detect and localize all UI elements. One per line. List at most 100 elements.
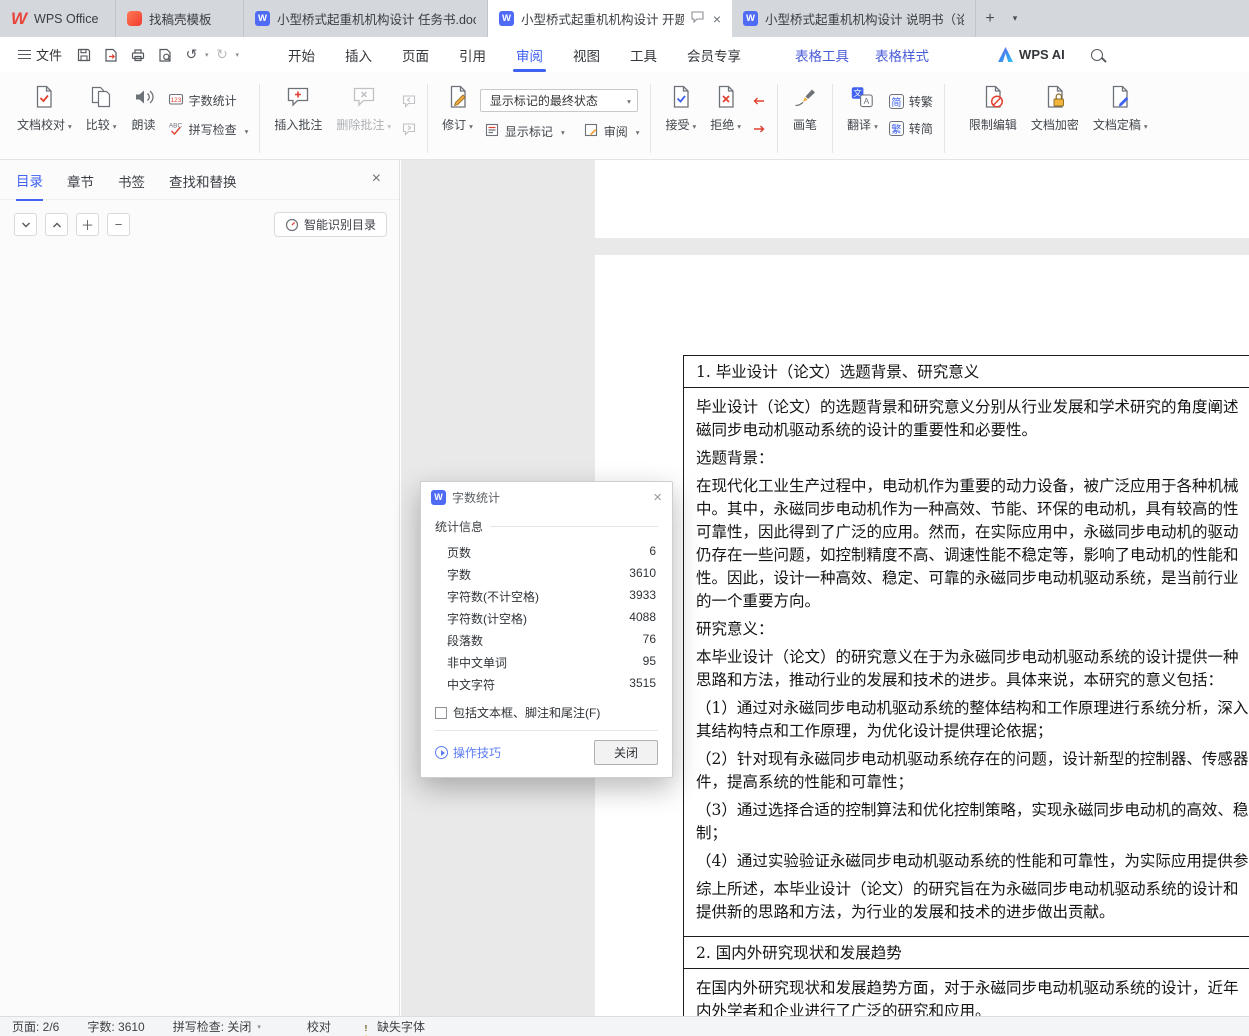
section-1-heading[interactable]: 1. 毕业设计（论文）选题背景、研究意义 xyxy=(684,356,1249,388)
insert-comment-button[interactable]: 插入批注 xyxy=(267,78,329,152)
close-pane-icon[interactable] xyxy=(372,170,381,188)
export-pdf-button[interactable] xyxy=(98,43,123,67)
document-page-1-bottom[interactable] xyxy=(595,160,1249,238)
new-tab-button[interactable] xyxy=(976,0,1004,37)
stat-value: 76 xyxy=(642,631,656,646)
paragraph[interactable]: 在国内外研究现状和发展趋势方面，对于永磁同步电动机驱动系统的设计，近年 内外学者… xyxy=(696,977,1249,1016)
paragraph[interactable]: （1）通过对永磁同步电动机驱动系统的整体结构和工作原理进行系统分析，深入 其结构… xyxy=(696,697,1249,743)
tab-page[interactable]: 页面 xyxy=(387,37,444,72)
section-1-body[interactable]: 毕业设计（论文）的选题背景和研究意义分别从行业发展和学术研究的角度阐述 磁同步电… xyxy=(684,388,1249,937)
stat-value: 3933 xyxy=(629,587,656,602)
stat-row-chars-no-spaces: 字符数(不计空格) 3933 xyxy=(435,585,658,607)
tab-insert[interactable]: 插入 xyxy=(330,37,387,72)
undo-chevron-icon[interactable] xyxy=(205,51,209,59)
section-2-body[interactable]: 在国内外研究现状和发展趋势方面，对于永磁同步电动机驱动系统的设计，近年 内外学者… xyxy=(684,969,1249,1016)
zoom-out-minus-button[interactable]: − xyxy=(107,213,130,236)
tab-catalog[interactable]: 目录 xyxy=(16,159,43,201)
document-table[interactable]: 1. 毕业设计（论文）选题背景、研究意义 毕业设计（论文）的选题背景和研究意义分… xyxy=(683,355,1249,1016)
track-changes-button[interactable]: 修订 xyxy=(435,78,480,152)
paragraph[interactable]: （4）通过实验验证永磁同步电动机驱动系统的性能和可靠性，为实际应用提供参 xyxy=(696,850,1249,873)
finalize-document-button[interactable]: 文档定稿 xyxy=(1086,78,1155,152)
speaker-icon xyxy=(131,81,157,113)
tab-home[interactable]: 开始 xyxy=(273,37,330,72)
close-button[interactable]: 关闭 xyxy=(594,740,658,765)
tab-label: 章节 xyxy=(67,174,94,190)
include-textboxes-checkbox[interactable]: 包括文本框、脚注和尾注(F) xyxy=(435,704,658,721)
collapse-chevron-up-icon[interactable] xyxy=(45,213,68,236)
previous-comment-button[interactable] xyxy=(398,91,420,111)
document-tab-1[interactable]: W 小型桥式起重机机构设计 任务书.doc xyxy=(244,0,488,37)
reject-change-button[interactable]: 拒绝 xyxy=(703,78,748,152)
previous-change-button[interactable] xyxy=(748,91,770,111)
paragraph[interactable]: 在现代化工业生产过程中，电动机作为重要的动力设备，被广泛应用于各种机械 中。其中… xyxy=(696,475,1249,613)
section-2-heading[interactable]: 2. 国内外研究现状和发展趋势 xyxy=(684,937,1249,969)
zoom-in-plus-button[interactable]: ＋ xyxy=(76,213,99,236)
word-count-indicator[interactable]: 字数: 3610 xyxy=(87,1018,144,1035)
missing-font-warning[interactable]: ! 缺失字体 xyxy=(358,1018,425,1036)
stat-row-non-chinese-words: 非中文单词 95 xyxy=(435,651,658,673)
expand-chevron-down-icon[interactable] xyxy=(14,213,37,236)
show-markup-button[interactable]: 显示标记 xyxy=(480,121,569,142)
dialog-title-bar[interactable]: W 字数统计 xyxy=(421,482,672,512)
tab-membership[interactable]: 会员专享 xyxy=(672,37,756,72)
word-count-button[interactable]: 123 字数统计 xyxy=(164,90,253,111)
simplified-to-traditional-button[interactable]: 简 转繁 xyxy=(885,92,937,111)
reject-change-icon xyxy=(713,81,739,113)
spell-check-button[interactable]: ABC 拼写检查 xyxy=(164,119,253,140)
tab-list-chevron-icon[interactable] xyxy=(1004,0,1026,37)
print-preview-button[interactable] xyxy=(152,43,177,67)
doc-proof-button[interactable]: 文档校对 xyxy=(10,78,79,152)
undo-button[interactable] xyxy=(179,43,204,67)
close-dialog-icon[interactable] xyxy=(653,489,662,506)
paragraph[interactable]: 综上所述，本毕业设计（论文）的研究旨在为永磁同步电动机驱动系统的设计和 提供新的… xyxy=(696,878,1249,924)
search-icon[interactable] xyxy=(1090,48,1103,61)
tab-reference[interactable]: 引用 xyxy=(444,37,501,72)
tab-view[interactable]: 视图 xyxy=(558,37,615,72)
tab-find-replace[interactable]: 查找和替换 xyxy=(169,160,237,200)
tab-chapters[interactable]: 章节 xyxy=(67,160,94,200)
next-change-button[interactable] xyxy=(748,119,770,139)
review-options-button[interactable]: 审阅 xyxy=(579,121,644,142)
encrypt-document-button[interactable]: 文档加密 xyxy=(1024,78,1086,152)
checkbox-icon[interactable] xyxy=(435,706,447,719)
ink-brush-button[interactable]: 画笔 xyxy=(785,78,825,152)
close-tab-icon[interactable] xyxy=(713,11,721,27)
accept-change-button[interactable]: 接受 xyxy=(658,78,703,152)
tab-table-tools[interactable]: 表格工具 xyxy=(782,37,862,72)
delete-comment-button[interactable]: 删除批注 xyxy=(329,78,398,152)
paragraph[interactable]: 本毕业设计（论文）的研究意义在于为永磁同步电动机驱动系统的设计提供一种 思路和方… xyxy=(696,646,1249,692)
translate-icon: 文A xyxy=(849,81,875,113)
markup-state-combobox[interactable]: 显示标记的最终状态 xyxy=(479,88,638,112)
print-button[interactable] xyxy=(125,43,150,67)
paragraph[interactable]: （3）通过选择合适的控制算法和优化控制策略，实现永磁同步电动机的高效、稳 制； xyxy=(696,799,1249,845)
paragraph[interactable]: 研究意义： xyxy=(696,618,1249,641)
template-store-tab[interactable]: 找稿壳模板 xyxy=(116,0,244,37)
tab-table-style[interactable]: 表格样式 xyxy=(862,37,942,72)
compare-button[interactable]: 比较 xyxy=(79,78,124,152)
wps-ai-button[interactable]: WPS AI xyxy=(998,47,1065,62)
redo-button[interactable] xyxy=(210,43,235,67)
paragraph[interactable]: 毕业设计（论文）的选题背景和研究意义分别从行业发展和学术研究的角度阐述 磁同步电… xyxy=(696,396,1249,442)
save-button[interactable] xyxy=(71,43,96,67)
redo-chevron-icon[interactable] xyxy=(236,51,240,59)
restrict-editing-button[interactable]: 限制编辑 xyxy=(962,78,1024,152)
proofread-status[interactable]: 校对 xyxy=(307,1018,331,1035)
tips-link[interactable]: 操作技巧 xyxy=(435,744,501,761)
next-comment-button[interactable] xyxy=(398,119,420,139)
tab-review-active[interactable]: 审阅 xyxy=(501,37,558,72)
read-aloud-button[interactable]: 朗读 xyxy=(124,78,164,152)
spell-check-status[interactable]: 拼写检查: 关闭 xyxy=(173,1018,261,1035)
document-page-2[interactable]: 1. 毕业设计（论文）选题背景、研究意义 毕业设计（论文）的选题背景和研究意义分… xyxy=(595,255,1249,1016)
paragraph[interactable]: 选题背景： xyxy=(696,447,1249,470)
file-menu-button[interactable]: 文件 xyxy=(10,45,70,64)
translate-button[interactable]: 文A 翻译 xyxy=(840,78,885,152)
document-tab-3[interactable]: W 小型桥式起重机机构设计 说明书（论... xyxy=(732,0,976,37)
tab-bookmarks[interactable]: 书签 xyxy=(118,160,145,200)
traditional-to-simplified-button[interactable]: 繁 转简 xyxy=(885,119,937,138)
paragraph[interactable]: （2）针对现有永磁同步电动机驱动系统存在的问题，设计新型的控制器、传感器 件，提… xyxy=(696,748,1249,794)
smart-catalog-button[interactable]: 智能识别目录 xyxy=(273,212,387,237)
tab-tools[interactable]: 工具 xyxy=(615,37,672,72)
page-indicator[interactable]: 页面: 2/6 xyxy=(12,1018,59,1035)
wps-home-tab[interactable]: W WPS Office xyxy=(0,0,116,37)
document-tab-2-active[interactable]: W 小型桥式起重机机构设计 开题 xyxy=(488,0,732,37)
